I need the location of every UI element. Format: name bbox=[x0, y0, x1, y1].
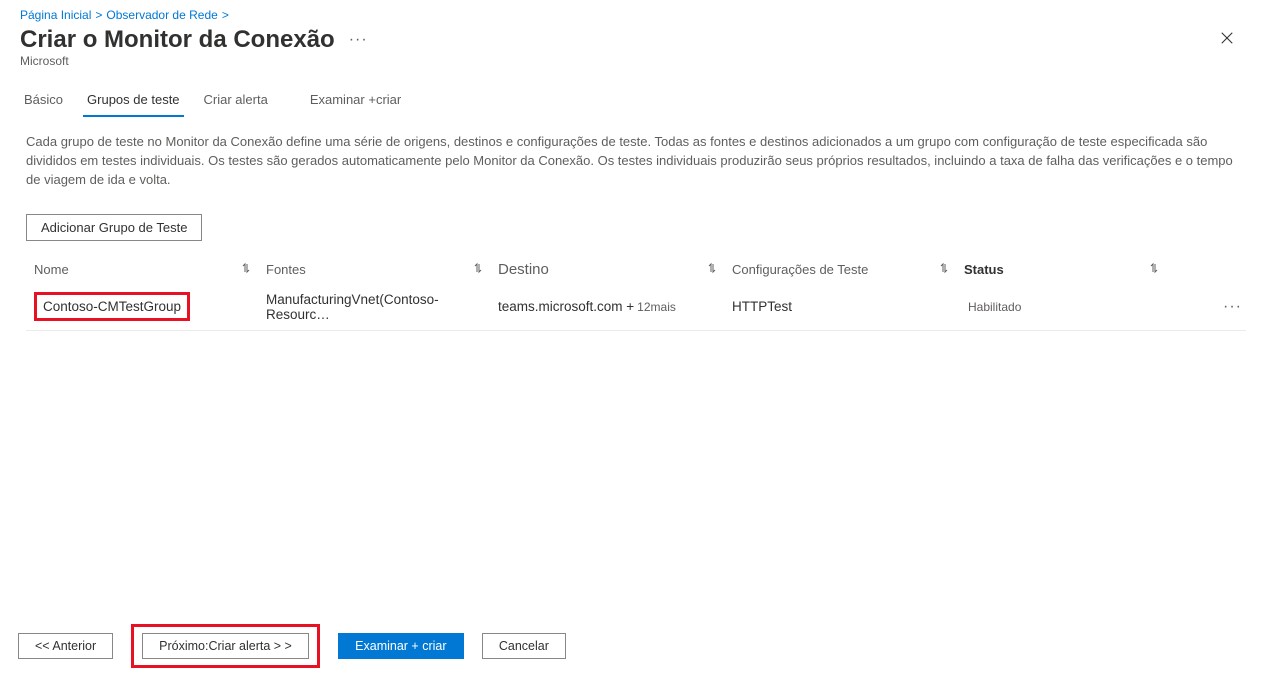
cancel-button[interactable]: Cancelar bbox=[482, 633, 566, 659]
sort-icon[interactable] bbox=[706, 262, 732, 277]
sort-icon[interactable] bbox=[938, 262, 964, 277]
sort-icon[interactable] bbox=[1148, 262, 1174, 277]
table-header-row: Nome Fontes Destino Configurações de Tes… bbox=[26, 255, 1246, 284]
more-actions-icon[interactable]: ··· bbox=[349, 31, 368, 49]
test-config-value: HTTPTest bbox=[732, 299, 792, 314]
sources-value: ManufacturingVnet(Contoso-Resourc… bbox=[266, 292, 498, 322]
column-header-status-label: Status bbox=[964, 262, 1004, 277]
breadcrumb: Página Inicial > Observador de Rede > bbox=[0, 0, 1272, 26]
column-header-destination-label: Destino bbox=[498, 261, 549, 278]
add-test-group-button[interactable]: Adicionar Grupo de Teste bbox=[26, 214, 202, 241]
column-header-status[interactable]: Status bbox=[964, 262, 1174, 277]
tab-test-groups[interactable]: Grupos de teste bbox=[83, 86, 184, 117]
page-subtitle: Microsoft bbox=[0, 54, 1272, 86]
title-row: Criar o Monitor da Conexão ··· bbox=[0, 26, 1272, 54]
cell-test-config: HTTPTest bbox=[732, 299, 964, 314]
next-button[interactable]: Próximo:Criar alerta > > bbox=[142, 633, 309, 659]
column-header-name[interactable]: Nome bbox=[26, 262, 266, 277]
table-row[interactable]: Contoso-CMTestGroup ManufacturingVnet(Co… bbox=[26, 284, 1246, 331]
tab-review-suffix: criar bbox=[376, 92, 401, 107]
chevron-right-icon: > bbox=[95, 8, 102, 22]
previous-button[interactable]: << Anterior bbox=[18, 633, 113, 659]
description-text: Cada grupo de teste no Monitor da Conexã… bbox=[0, 133, 1272, 190]
next-button-highlight: Próximo:Criar alerta > > bbox=[131, 624, 320, 668]
sort-icon[interactable] bbox=[240, 262, 266, 277]
column-header-sources-label: Fontes bbox=[266, 262, 306, 277]
tab-basic[interactable]: Básico bbox=[20, 86, 67, 115]
tabs: Básico Grupos de teste Criar alerta Exam… bbox=[0, 86, 1272, 117]
page-title: Criar o Monitor da Conexão bbox=[20, 26, 335, 54]
chevron-right-icon: > bbox=[222, 8, 229, 22]
column-header-destination[interactable]: Destino bbox=[498, 261, 732, 278]
cell-status: Habilitado bbox=[964, 300, 1174, 314]
breadcrumb-home[interactable]: Página Inicial bbox=[20, 8, 91, 22]
column-header-sources[interactable]: Fontes bbox=[266, 262, 498, 277]
column-header-name-label: Nome bbox=[34, 262, 69, 277]
review-create-button[interactable]: Examinar + criar bbox=[338, 633, 464, 659]
close-icon[interactable] bbox=[1212, 27, 1242, 54]
destination-more[interactable]: 12mais bbox=[637, 300, 676, 314]
cell-name: Contoso-CMTestGroup bbox=[26, 292, 266, 321]
cell-actions: ··· bbox=[1174, 298, 1246, 316]
test-groups-table: Nome Fontes Destino Configurações de Tes… bbox=[0, 255, 1272, 331]
sort-icon[interactable] bbox=[472, 262, 498, 277]
destination-main: teams.microsoft.com + bbox=[498, 299, 634, 314]
tab-create-alert[interactable]: Criar alerta bbox=[200, 86, 272, 115]
column-header-test-config-label: Configurações de Teste bbox=[732, 262, 868, 277]
column-header-test-config[interactable]: Configurações de Teste bbox=[732, 262, 964, 277]
status-value: Habilitado bbox=[964, 300, 1021, 314]
cell-sources: ManufacturingVnet(Contoso-Resourc… bbox=[266, 292, 498, 322]
tab-review-prefix: Examinar + bbox=[310, 92, 376, 107]
test-group-name[interactable]: Contoso-CMTestGroup bbox=[34, 292, 190, 321]
cell-destination: teams.microsoft.com + 12mais bbox=[498, 299, 732, 314]
row-more-icon[interactable]: ··· bbox=[1223, 298, 1246, 316]
breadcrumb-network-watcher[interactable]: Observador de Rede bbox=[106, 8, 217, 22]
tab-review-create[interactable]: Examinar +criar bbox=[306, 86, 405, 115]
footer-bar: << Anterior Próximo:Criar alerta > > Exa… bbox=[0, 612, 1272, 680]
